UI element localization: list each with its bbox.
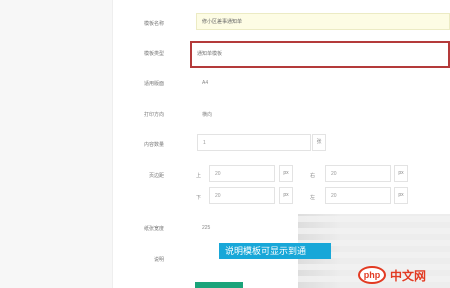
margin-left-unit: px <box>394 187 408 204</box>
template-name-label: 模板名称 <box>143 21 164 27</box>
print-direction-value[interactable]: 横向 <box>202 111 212 118</box>
description-banner: 说明模板可显示到通 <box>219 243 331 259</box>
content-count-unit: 张 <box>312 134 326 151</box>
template-name-input[interactable]: 修小区差事通知单 <box>196 13 450 30</box>
paper-size-label: 适用版面 <box>143 81 164 87</box>
paper-width-value[interactable]: 225 <box>202 225 210 231</box>
margin-left-input[interactable]: 20 <box>325 187 391 204</box>
margin-top-input[interactable]: 20 <box>209 165 275 182</box>
left-sidebar <box>0 0 113 288</box>
watermark-logo: php 中文网 <box>358 266 426 284</box>
template-type-select[interactable]: 通知单模板 <box>190 41 450 68</box>
paper-width-label: 纸张宽度 <box>143 226 164 232</box>
margin-right-label: 右 <box>310 173 316 179</box>
submit-button[interactable] <box>195 282 243 288</box>
margin-right-unit: px <box>394 165 408 182</box>
template-type-label: 模板类型 <box>143 51 164 57</box>
margin-top-unit: px <box>279 165 293 182</box>
paper-size-value[interactable]: A4 <box>202 80 208 86</box>
margin-right-input[interactable]: 20 <box>325 165 391 182</box>
content-count-label: 内容数量 <box>143 142 164 148</box>
print-direction-label: 打印方向 <box>143 112 164 118</box>
margin-bottom-input[interactable]: 20 <box>209 187 275 204</box>
margin-top-label: 上 <box>196 173 202 179</box>
margin-label: 页边距 <box>148 173 164 179</box>
php-logo-icon: php <box>358 266 386 284</box>
content-count-input[interactable]: 1 <box>197 134 311 151</box>
margin-bottom-label: 下 <box>196 195 202 201</box>
margin-left-label: 左 <box>310 195 316 201</box>
description-label: 说明 <box>153 257 164 263</box>
logo-text: 中文网 <box>390 268 427 283</box>
margin-bottom-unit: px <box>279 187 293 204</box>
